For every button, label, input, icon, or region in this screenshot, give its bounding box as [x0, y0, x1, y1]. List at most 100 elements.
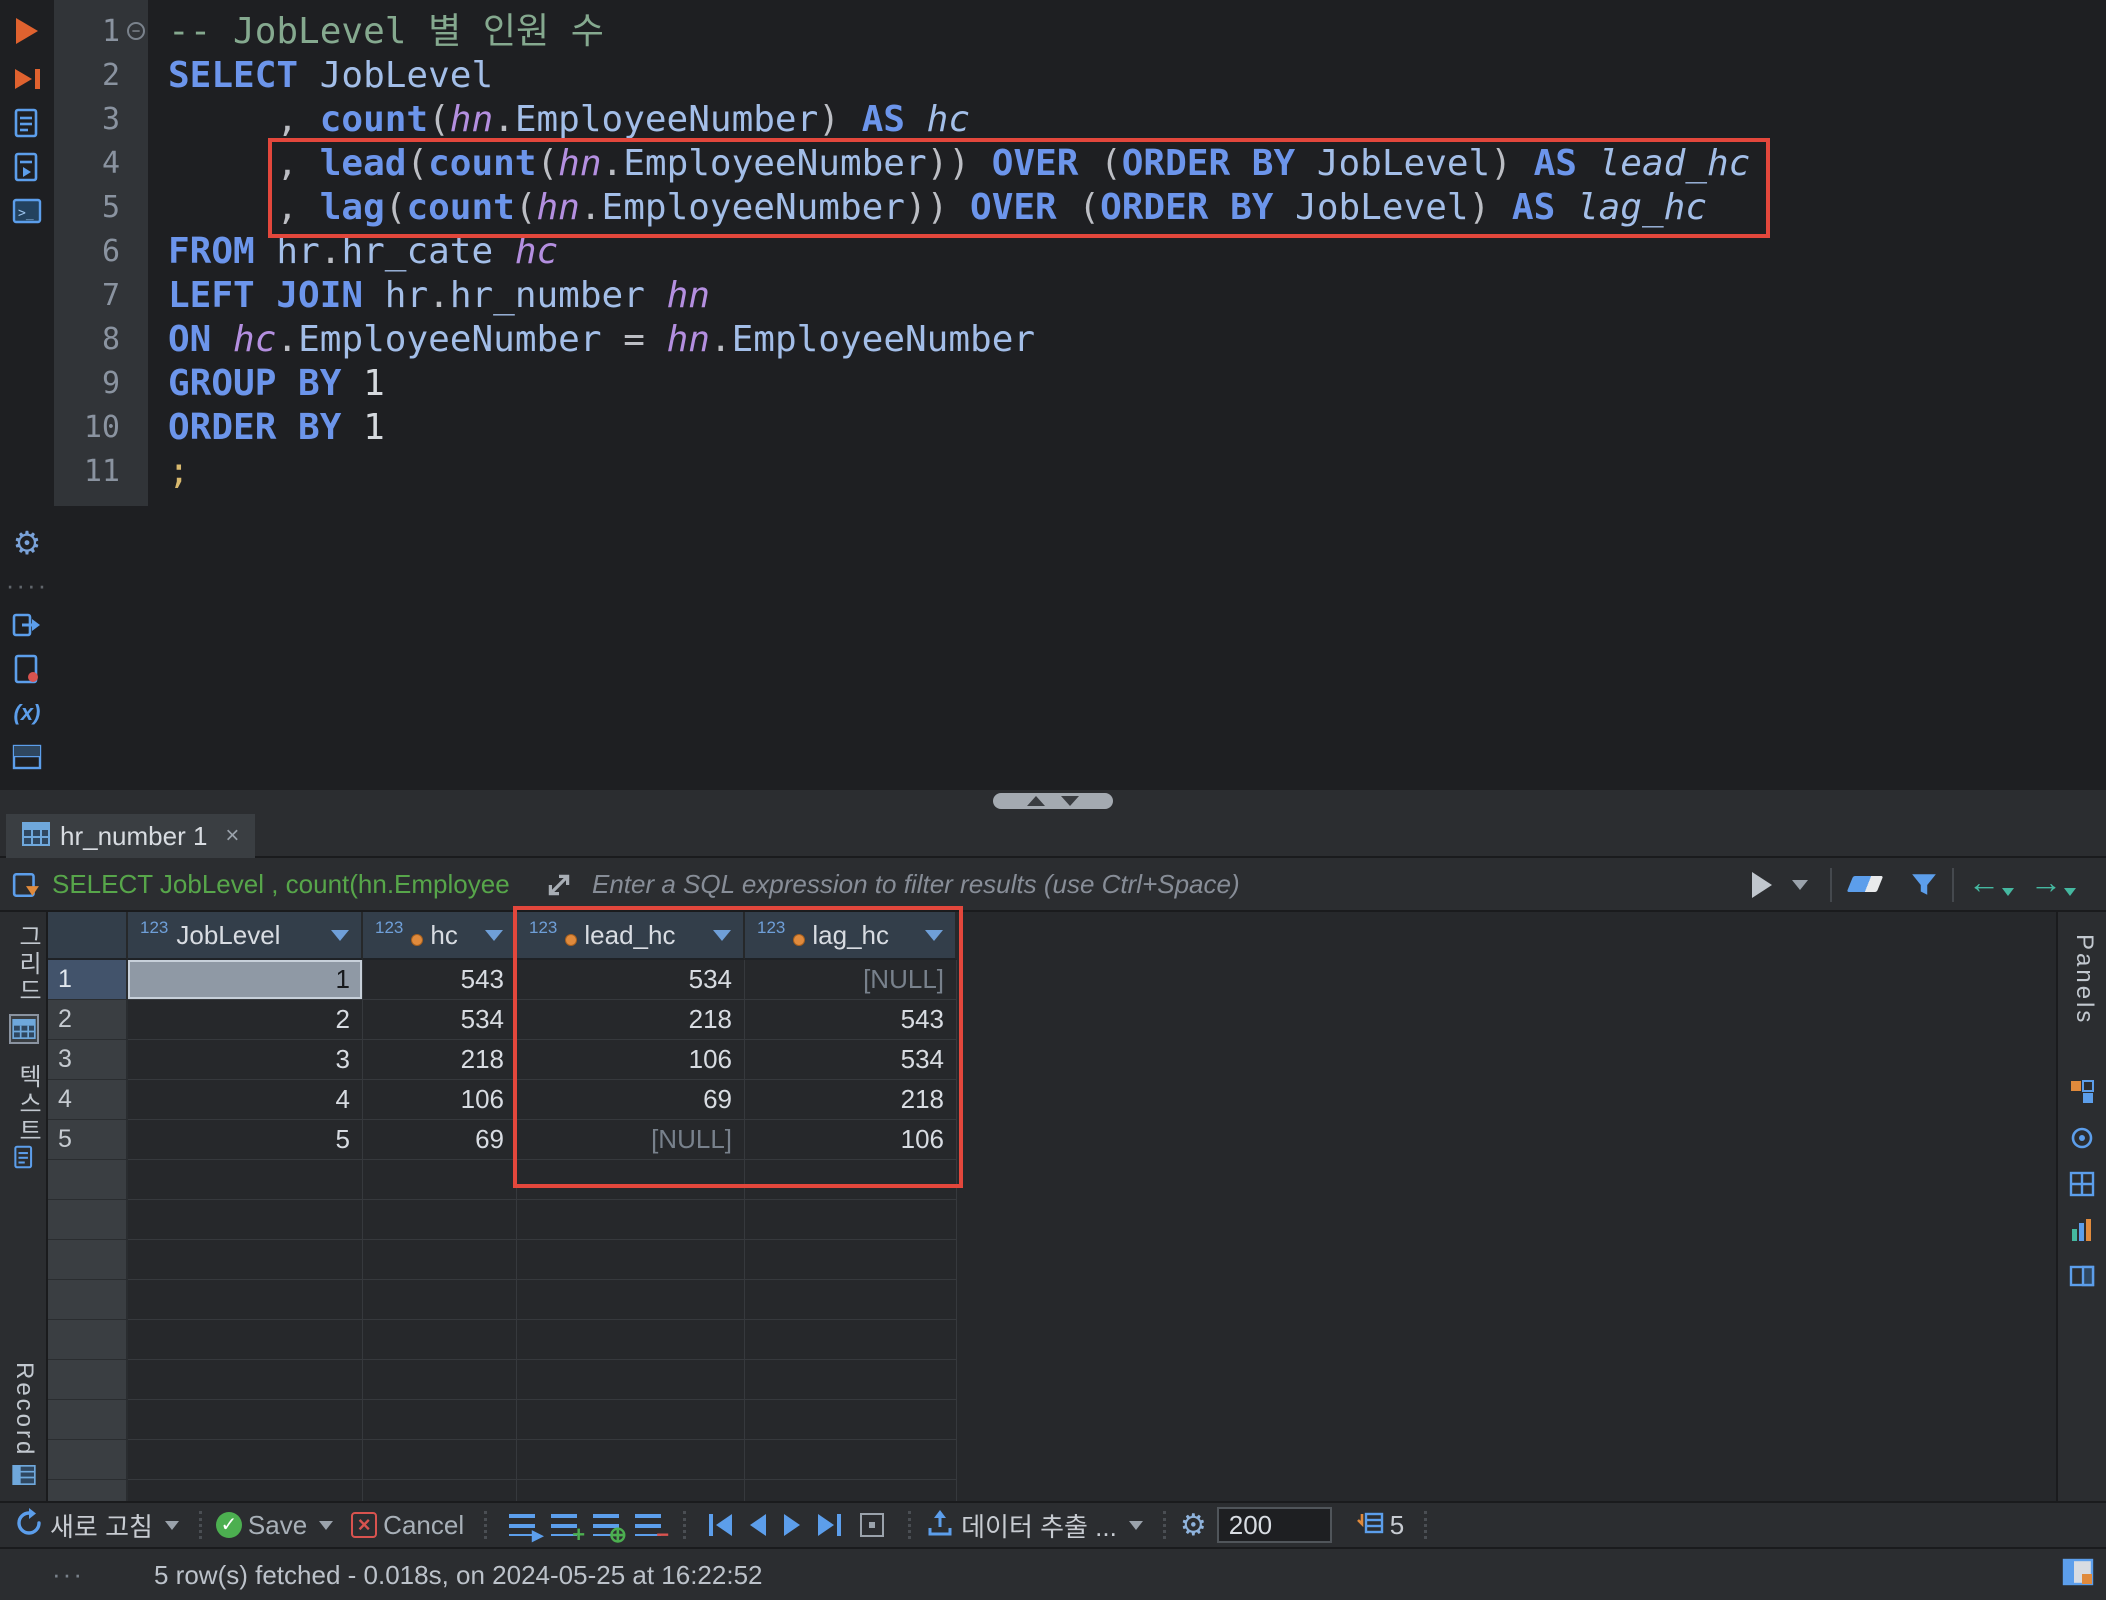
code-lines[interactable]: -- JobLevel 별 인원 수SELECT JobLevel , coun… [148, 0, 1750, 494]
add-row-icon[interactable]: + [551, 1514, 577, 1536]
fold-icon[interactable]: − [127, 22, 145, 40]
code-line[interactable]: LEFT JOIN hr.hr_number hn [168, 274, 1750, 318]
column-header-JobLevel[interactable]: 123JobLevel [128, 912, 363, 960]
fetch-pages-icon[interactable] [1356, 1510, 1384, 1541]
table-cell[interactable]: 106 [745, 1120, 957, 1160]
export-data-button[interactable]: 데이터 추출 ... [961, 1507, 1117, 1544]
executed-query-text[interactable]: SELECT JobLevel , count(hn.Employee [52, 869, 510, 900]
delete-row-icon[interactable]: − [635, 1514, 661, 1536]
panels-label[interactable]: Panels [2070, 934, 2098, 1025]
table-cell[interactable]: 1 [128, 960, 363, 1000]
code-line[interactable]: ; [168, 450, 1750, 494]
table-cell[interactable]: 218 [363, 1040, 517, 1080]
apply-filter-icon[interactable] [1752, 872, 1772, 898]
filter-forward-icon[interactable]: → [2030, 864, 2062, 901]
value-panel-icon[interactable] [2067, 1215, 2097, 1245]
table-cell[interactable]: 3 [128, 1040, 363, 1080]
row-number-cell[interactable]: 1 [48, 960, 128, 1000]
table-cell[interactable]: 106 [363, 1080, 517, 1120]
collapse-up-icon[interactable] [1027, 796, 1045, 806]
column-header-lead_hc[interactable]: 123lead_hc [517, 912, 745, 960]
status-panels-icon[interactable] [2062, 1558, 2094, 1591]
table-cell[interactable]: 218 [745, 1080, 957, 1120]
column-filter-arrow-icon[interactable] [925, 930, 943, 941]
tab-close-icon[interactable]: × [225, 822, 239, 850]
filter-history-caret-icon[interactable] [1792, 880, 1808, 890]
metadata-panel-icon[interactable] [2067, 1123, 2097, 1153]
save-caret-icon[interactable] [319, 1521, 333, 1530]
references-panel-icon[interactable] [2067, 1261, 2097, 1291]
tab-grid-label[interactable]: 그리드 [10, 924, 45, 1005]
tab-hr-number[interactable]: hr_number 1 × [6, 814, 255, 858]
table-cell[interactable]: 69 [517, 1080, 745, 1120]
collapse-down-icon[interactable] [1061, 796, 1079, 806]
export-upload-icon[interactable] [925, 1508, 955, 1543]
code-line[interactable]: FROM hr.hr_cate hc [168, 230, 1750, 274]
table-cell[interactable]: [NULL] [517, 1120, 745, 1160]
cancel-button[interactable]: Cancel [383, 1510, 464, 1541]
table-cell[interactable]: 534 [363, 1000, 517, 1040]
status-overflow-icon[interactable]: ··· [52, 1559, 84, 1590]
filter-settings-icon[interactable] [1910, 872, 1938, 903]
first-row-icon[interactable] [709, 1514, 732, 1536]
clear-filter-icon[interactable] [1847, 876, 1883, 892]
record-view-icon[interactable] [9, 1460, 39, 1490]
edit-cell-icon[interactable]: ▸ [509, 1514, 535, 1536]
table-cell[interactable]: 543 [363, 960, 517, 1000]
code-line[interactable]: -- JobLevel 별 인원 수 [168, 10, 1750, 54]
table-cell[interactable]: 5 [128, 1120, 363, 1160]
code-line[interactable]: SELECT JobLevel [168, 54, 1750, 98]
grouping-panel-icon[interactable] [2067, 1077, 2097, 1107]
editor-settings-gear-icon[interactable]: ⚙ [8, 524, 46, 562]
code-line[interactable]: , lead(count(hn.EmployeeNumber)) OVER (O… [168, 142, 1750, 186]
code-line[interactable]: , count(hn.EmployeeNumber) AS hc [168, 98, 1750, 142]
refresh-icon[interactable] [14, 1508, 44, 1543]
export-result-icon[interactable] [8, 606, 46, 644]
next-row-icon[interactable] [784, 1514, 800, 1536]
execute-script-icon[interactable] [8, 60, 46, 98]
record-label[interactable]: Record [10, 1362, 38, 1457]
tab-text-label[interactable]: 텍스트 [10, 1064, 45, 1145]
prev-row-icon[interactable] [750, 1514, 766, 1536]
splitter-handle[interactable] [993, 793, 1113, 809]
splitter[interactable] [0, 790, 2106, 812]
row-number-cell[interactable]: 3 [48, 1040, 128, 1080]
column-filter-arrow-icon[interactable] [713, 930, 731, 941]
parameters-icon[interactable]: (x) [8, 694, 46, 732]
table-cell[interactable]: 218 [517, 1000, 745, 1040]
grid-view-icon[interactable] [9, 1014, 39, 1044]
code-line[interactable]: ON hc.EmployeeNumber = hn.EmployeeNumber [168, 318, 1750, 362]
filter-input[interactable]: Enter a SQL expression to filter results… [592, 869, 1240, 900]
save-button[interactable]: Save [248, 1510, 307, 1541]
row-number-cell[interactable]: 2 [48, 1000, 128, 1040]
open-script-icon[interactable] [8, 148, 46, 186]
row-number-cell[interactable]: 4 [48, 1080, 128, 1120]
duplicate-row-icon[interactable]: ⊕ [593, 1514, 619, 1536]
table-cell[interactable]: 2 [128, 1000, 363, 1040]
filter-back-icon[interactable]: ← [1968, 864, 2000, 901]
execute-query-icon[interactable] [8, 12, 46, 50]
grid-settings-gear-icon[interactable]: ⚙ [1180, 1508, 1207, 1543]
code-line[interactable]: ORDER BY 1 [168, 406, 1750, 450]
table-cell[interactable]: [NULL] [745, 960, 957, 1000]
calc-panel-icon[interactable] [2067, 1169, 2097, 1199]
fetch-page-count[interactable]: 5 [1390, 1510, 1404, 1541]
overflow-dots-icon[interactable]: ···· [8, 566, 46, 604]
sql-console-icon[interactable]: >_ [8, 192, 46, 230]
expand-filter-icon[interactable] [545, 871, 573, 904]
table-cell[interactable]: 69 [363, 1120, 517, 1160]
table-cell[interactable]: 543 [745, 1000, 957, 1040]
focus-cell-icon[interactable] [860, 1513, 884, 1537]
refresh-caret-icon[interactable] [165, 1521, 179, 1530]
refresh-button[interactable]: 새로 고침 [50, 1507, 153, 1544]
script-output-icon[interactable] [8, 650, 46, 688]
column-filter-arrow-icon[interactable] [331, 930, 349, 941]
explain-plan-icon[interactable] [8, 104, 46, 142]
table-cell[interactable]: 4 [128, 1080, 363, 1120]
row-number-cell[interactable]: 5 [48, 1120, 128, 1160]
column-filter-arrow-icon[interactable] [485, 930, 503, 941]
grid-corner-cell[interactable] [48, 912, 128, 960]
column-header-lag_hc[interactable]: 123lag_hc [745, 912, 957, 960]
table-cell[interactable]: 534 [745, 1040, 957, 1080]
table-cell[interactable]: 106 [517, 1040, 745, 1080]
